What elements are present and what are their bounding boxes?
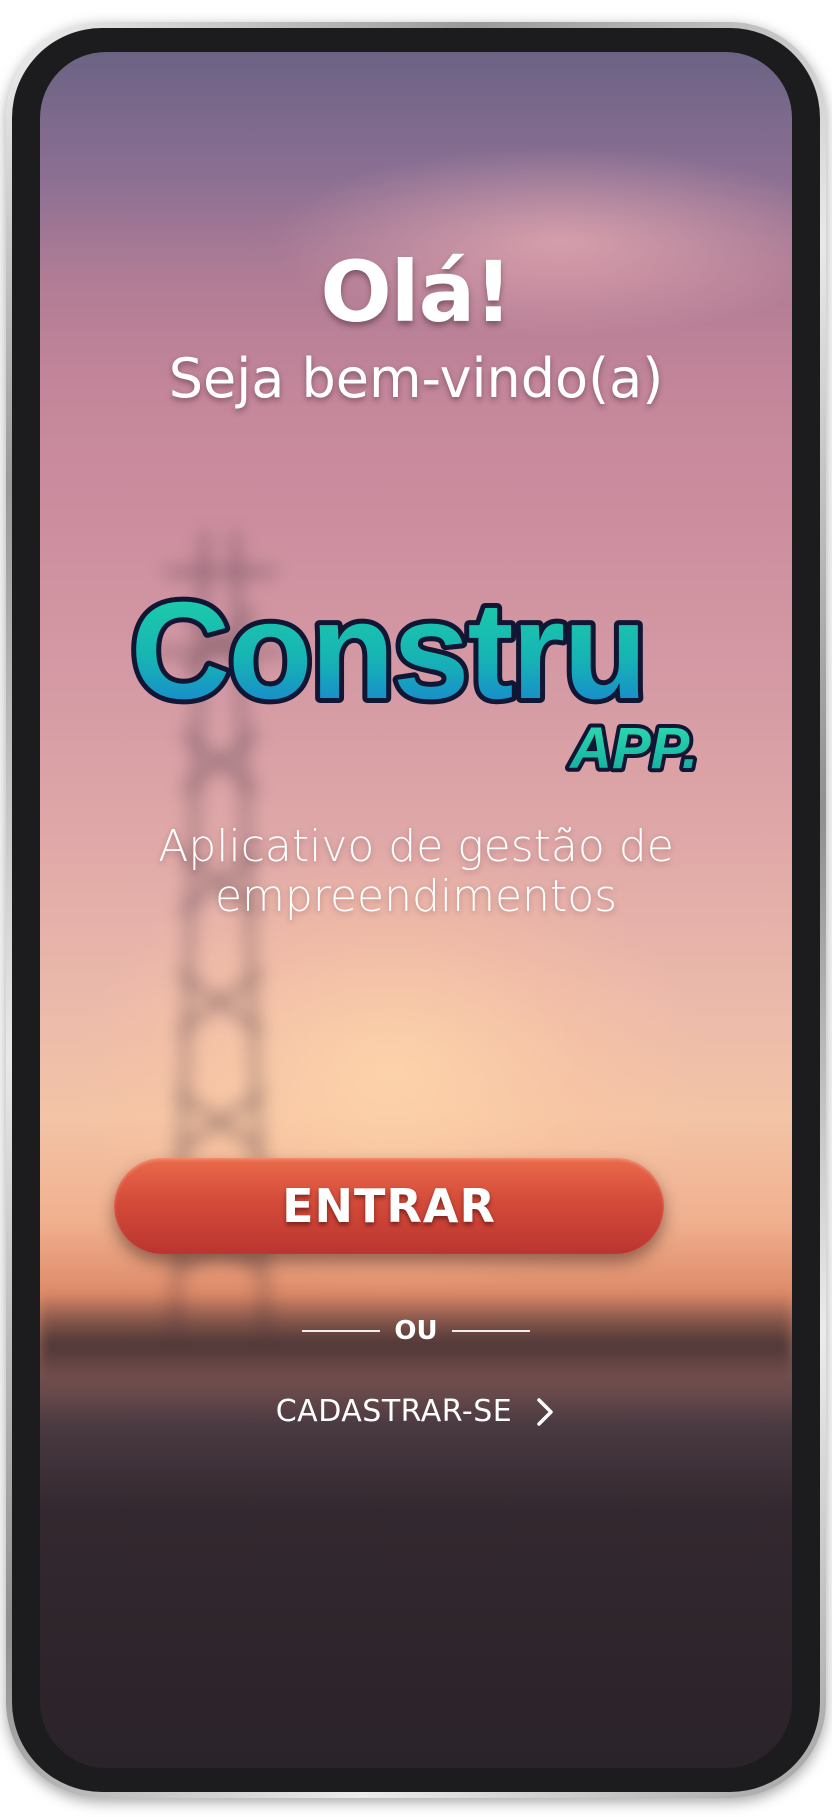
logo-app-suffix: APP. [568, 716, 698, 781]
signup-link[interactable]: CADASTRAR-SE [0, 1394, 832, 1429]
or-divider: OU [0, 1316, 832, 1346]
welcome-subtitle: Seja bem-vindo(a) [168, 347, 664, 410]
enter-button[interactable]: ENTRAR [114, 1158, 664, 1254]
greeting-title: Olá! [320, 243, 512, 341]
divider-line-right [451, 1330, 530, 1332]
divider-line-left [302, 1330, 381, 1332]
chevron-right-icon [537, 1397, 554, 1426]
construapp-logo: Constru APP. [126, 569, 702, 785]
tagline-line-1: Aplicativo de gestão de [158, 821, 674, 872]
logo-wordmark: Constru [131, 574, 646, 728]
divider-label: OU [394, 1316, 438, 1346]
tagline-line-2: empreendimentos [214, 871, 618, 922]
signup-label: CADASTRAR-SE [275, 1394, 513, 1429]
app-tagline: Aplicativo de gestão de empreendimentos [0, 822, 832, 922]
